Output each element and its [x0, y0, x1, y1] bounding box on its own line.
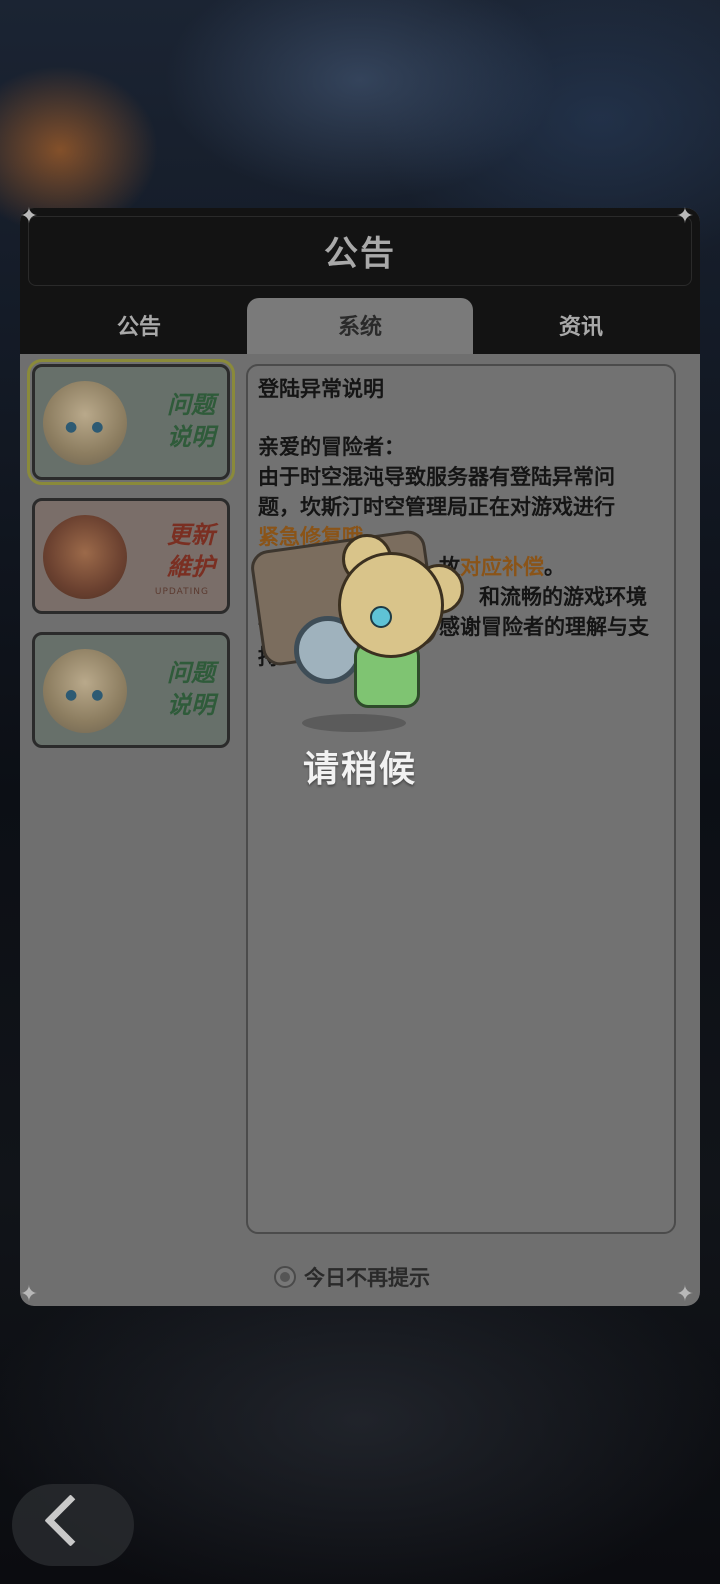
- card-subtext: UPDATING: [154, 587, 209, 597]
- notice-text: 和流畅的游戏环境: [479, 585, 647, 609]
- portrait-eyes: ●●: [65, 419, 118, 435]
- notice-content[interactable]: 登陆异常说明 亲爱的冒险者： 由于时空混沌导致服务器有登陆异常问 题，坎斯汀时空…: [246, 364, 676, 1234]
- card-label-line2: 維护: [167, 553, 215, 581]
- character-portrait: [43, 515, 127, 599]
- notice-list: ●● 问题 说明 更新 維护 UPDATING ●● 问题 说明: [27, 359, 235, 766]
- tab-news[interactable]: 资讯: [468, 298, 694, 354]
- notice-heading: 登陆异常说明: [258, 377, 384, 401]
- notice-text: 。: [544, 555, 565, 579]
- highlight-text: 对应补偿: [460, 555, 544, 579]
- loading-indicator: 请稍候: [248, 516, 470, 796]
- dialog-header: 公告: [20, 208, 700, 298]
- card-label: 问题 说明: [119, 657, 215, 721]
- mascot-head: [338, 552, 444, 658]
- tab-bar: 公告 系统 资讯: [20, 298, 700, 354]
- back-button[interactable]: [12, 1484, 134, 1566]
- mascot-eye: [370, 606, 392, 628]
- back-arrow-icon: [44, 1494, 97, 1547]
- notice-card-issue-2[interactable]: ●● 问题 说明: [32, 632, 230, 748]
- notice-greeting: 亲爱的冒险者：: [258, 435, 405, 459]
- card-label-line1: 问题: [167, 659, 215, 687]
- corner-ornament-icon: ✦: [675, 1282, 695, 1307]
- card-label-line2: 说明: [167, 423, 215, 451]
- corner-ornament-icon: ✦: [19, 1282, 39, 1307]
- notice-card-update[interactable]: 更新 維护 UPDATING: [32, 498, 230, 614]
- corner-ornament-icon: ✦: [19, 204, 39, 229]
- portrait-eyes: ●●: [65, 687, 118, 703]
- loading-text: 请稍候: [302, 749, 417, 790]
- dialog-title: 公告: [324, 234, 396, 274]
- card-label-line1: 问题: [167, 391, 215, 419]
- notice-text: 感谢冒险者的理解与支: [439, 615, 649, 639]
- notice-card-issue-1[interactable]: ●● 问题 说明: [27, 359, 235, 485]
- card-label-line2: 说明: [167, 691, 215, 719]
- card-label-line1: 更新: [167, 521, 215, 549]
- tab-system[interactable]: 系统: [247, 298, 473, 354]
- corner-ornament-icon: ✦: [675, 204, 695, 229]
- notice-line: 由于时空混沌导致服务器有登陆异常问: [258, 465, 615, 489]
- radio-button[interactable]: [274, 1266, 296, 1288]
- dont-show-today-label: 今日不再提示: [304, 1266, 430, 1290]
- mascot-shadow: [302, 714, 406, 732]
- card-label: 问题 说明: [119, 389, 215, 453]
- card-label: 更新 維护: [119, 519, 215, 583]
- tab-announcement[interactable]: 公告: [26, 298, 252, 354]
- dont-show-today[interactable]: 今日不再提示: [274, 1262, 430, 1292]
